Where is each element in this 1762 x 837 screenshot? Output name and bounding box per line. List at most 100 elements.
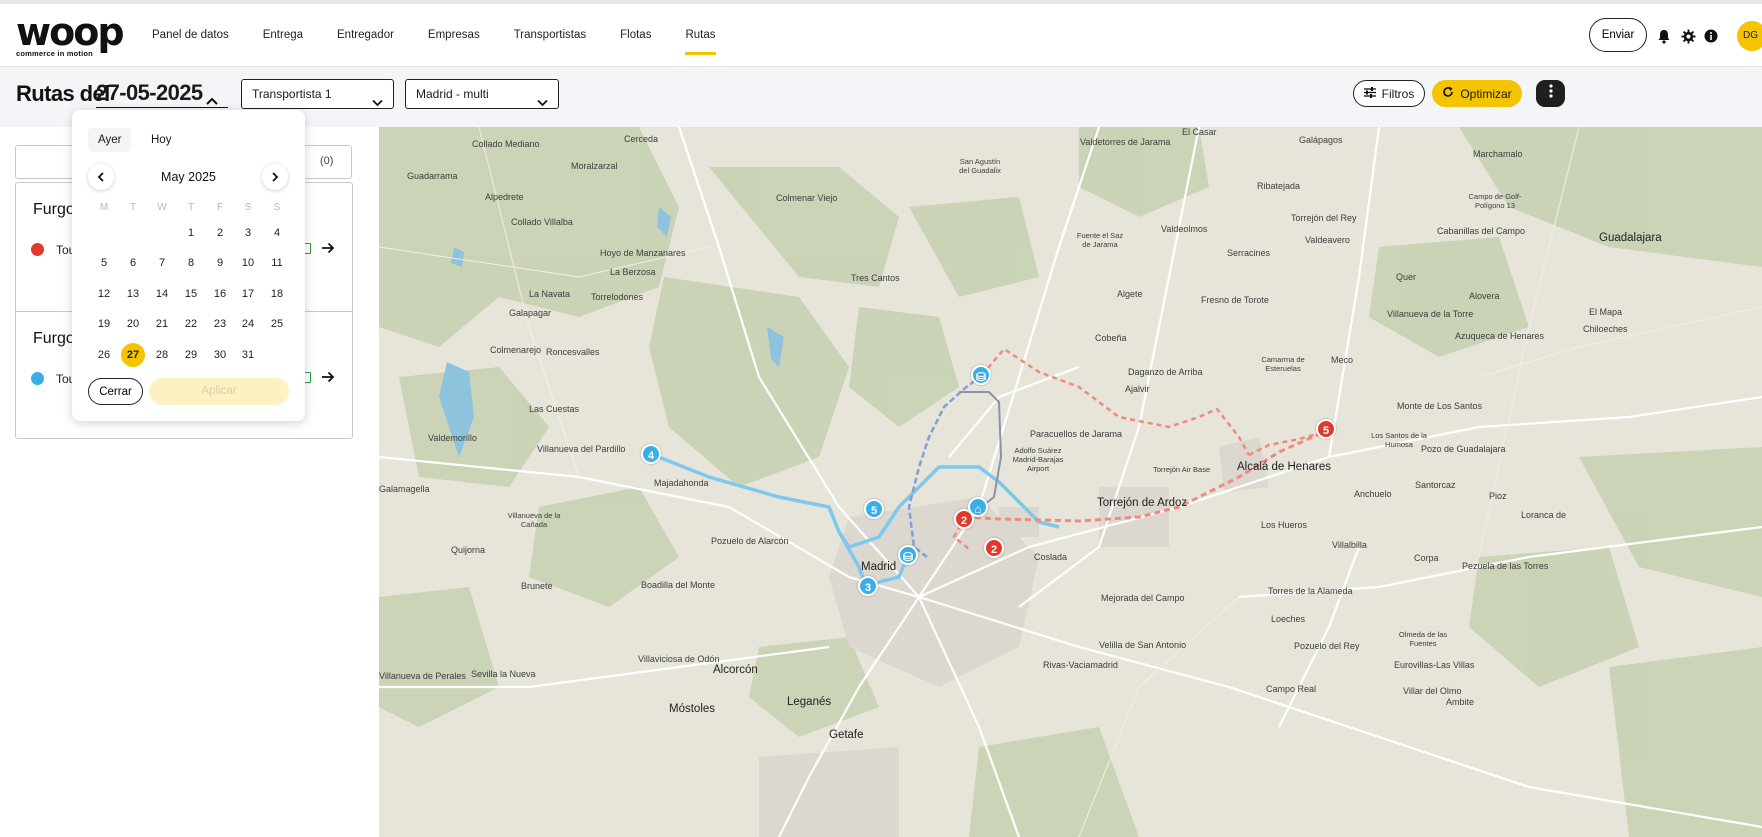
calendar-day[interactable]: 26 <box>92 343 116 367</box>
next-month-button[interactable] <box>262 164 288 190</box>
calendar-day[interactable]: 4 <box>265 221 289 245</box>
apply-button[interactable]: Aplicar <box>149 378 289 405</box>
map-label: Olmeda de las Fuentes <box>1398 630 1448 648</box>
user-avatar[interactable]: DG <box>1737 21 1762 51</box>
filters-label: Filtros <box>1381 86 1415 101</box>
region-select[interactable]: Madrid - multi <box>405 79 559 109</box>
chevron-down-icon <box>537 89 548 117</box>
calendar-day[interactable]: 29 <box>179 343 203 367</box>
calendar-day[interactable]: 17 <box>236 282 260 306</box>
nav-flotas[interactable]: Flotas <box>620 4 651 67</box>
map-label: Villanueva del Pardillo <box>537 444 626 454</box>
map-label: Cerceda <box>624 134 659 144</box>
calendar-day[interactable]: 7 <box>150 251 174 275</box>
info-icon[interactable] <box>1703 28 1719 44</box>
calendar-day[interactable]: 2 <box>208 221 232 245</box>
chevron-down-icon <box>372 89 383 117</box>
calendar-day[interactable]: 19 <box>92 312 116 336</box>
stop-marker[interactable]: 5 <box>1316 419 1336 439</box>
arrow-right-icon[interactable] <box>321 370 335 389</box>
nav-empresas[interactable]: Empresas <box>428 4 480 67</box>
map-label: Monte de Los Santos <box>1397 401 1483 411</box>
optimize-label: Optimizar <box>1460 86 1512 101</box>
map-label: Loeches <box>1271 614 1306 624</box>
calendar-day[interactable]: 20 <box>121 312 145 336</box>
map-label: Coslada <box>1034 552 1068 562</box>
stop-marker[interactable]: 3 <box>858 576 878 596</box>
calendar-day[interactable]: 22 <box>179 312 203 336</box>
calendar-day[interactable]: 21 <box>150 312 174 336</box>
route-name: Furgo <box>33 330 75 347</box>
calendar-day[interactable]: 1 <box>179 221 203 245</box>
map-label: Tres Cantos <box>851 273 900 283</box>
map-label: Villalbilla <box>1332 540 1367 550</box>
calendar-day[interactable]: 11 <box>265 251 289 275</box>
app-header: woop commerce in motion Panel de datos E… <box>0 4 1762 67</box>
chevron-up-icon <box>206 85 218 111</box>
map-label: Villanueva de la Torre <box>1387 309 1474 319</box>
calendar-day[interactable]: 10 <box>236 251 260 275</box>
send-button[interactable]: Enviar <box>1589 18 1647 52</box>
calendar-day-selected[interactable]: 27 <box>121 343 145 367</box>
home-marker-icon[interactable]: ⌂ <box>968 497 988 517</box>
map-label: Las Cuestas <box>529 404 580 414</box>
more-options-button[interactable] <box>1536 80 1565 107</box>
carrier-select-value: Transportista 1 <box>252 87 332 101</box>
calendar-day[interactable]: 31 <box>236 343 260 367</box>
stop-marker[interactable]: 2 <box>984 538 1004 558</box>
map-label: Villanueva de la Cañada <box>507 511 561 529</box>
chevron-right-icon <box>272 172 279 182</box>
weekday-header: M <box>99 202 109 213</box>
calendar-day[interactable]: 9 <box>208 251 232 275</box>
map-label: Corpa <box>1414 553 1439 563</box>
optimize-button[interactable]: Optimizar <box>1432 80 1522 107</box>
stop-marker[interactable]: 4 <box>641 444 661 464</box>
nav-entrega[interactable]: Entrega <box>263 4 303 67</box>
route-map[interactable]: Cerceda Collado Mediano Moralzarzal Guad… <box>379 127 1762 837</box>
map-label: Alpedrete <box>485 192 524 202</box>
calendar-day[interactable]: 6 <box>121 251 145 275</box>
map-label: La Berzosa <box>610 267 656 277</box>
map-label: Ambite <box>1446 697 1475 707</box>
calendar-day[interactable]: 16 <box>208 282 232 306</box>
calendar-day[interactable]: 18 <box>265 282 289 306</box>
map-label: Pozuelo de Alarcón <box>711 536 789 546</box>
calendar-day[interactable]: 5 <box>92 251 116 275</box>
calendar-day[interactable]: 25 <box>265 312 289 336</box>
stop-marker[interactable]: 5 <box>864 499 884 519</box>
carrier-select[interactable]: Transportista 1 <box>241 79 394 109</box>
route-name: Furgo <box>33 201 75 218</box>
nav-entregador[interactable]: Entregador <box>337 4 394 67</box>
bell-icon[interactable] <box>1656 28 1672 44</box>
woop-logo[interactable]: woop commerce in motion <box>16 13 126 58</box>
today-button[interactable]: Hoy <box>141 128 181 152</box>
nav-transportistas[interactable]: Transportistas <box>514 4 586 67</box>
depot-marker-icon[interactable]: ⛁ <box>898 545 918 565</box>
route-color-dot <box>31 372 44 385</box>
calendar-day[interactable]: 12 <box>92 282 116 306</box>
calendar-day[interactable]: 24 <box>236 312 260 336</box>
map-canvas <box>379 127 1762 837</box>
calendar-day[interactable]: 28 <box>150 343 174 367</box>
map-label: Getafe <box>829 729 864 741</box>
map-label: Collado Villalba <box>511 217 573 227</box>
map-label: Velilla de San Antonio <box>1099 640 1187 650</box>
filters-button[interactable]: Filtros <box>1353 80 1425 107</box>
calendar-day[interactable]: 3 <box>236 221 260 245</box>
calendar-day[interactable]: 8 <box>179 251 203 275</box>
nav-panel-de-datos[interactable]: Panel de datos <box>152 4 229 67</box>
calendar-day[interactable]: 15 <box>179 282 203 306</box>
date-picker-toggle[interactable]: 27-05-2025 <box>96 80 228 108</box>
calendar-day[interactable]: 30 <box>208 343 232 367</box>
route-color-dot <box>31 243 44 256</box>
map-label: Algete <box>1117 289 1143 299</box>
yesterday-button[interactable]: Ayer <box>88 128 132 152</box>
gear-icon[interactable] <box>1680 28 1696 44</box>
calendar-day[interactable]: 23 <box>208 312 232 336</box>
close-button[interactable]: Cerrar <box>88 378 143 405</box>
calendar-day[interactable]: 14 <box>150 282 174 306</box>
calendar-day[interactable]: 13 <box>121 282 145 306</box>
arrow-right-icon[interactable] <box>321 241 335 260</box>
nav-rutas[interactable]: Rutas <box>685 4 716 67</box>
depot-marker-icon[interactable]: ⛁ <box>971 365 991 385</box>
